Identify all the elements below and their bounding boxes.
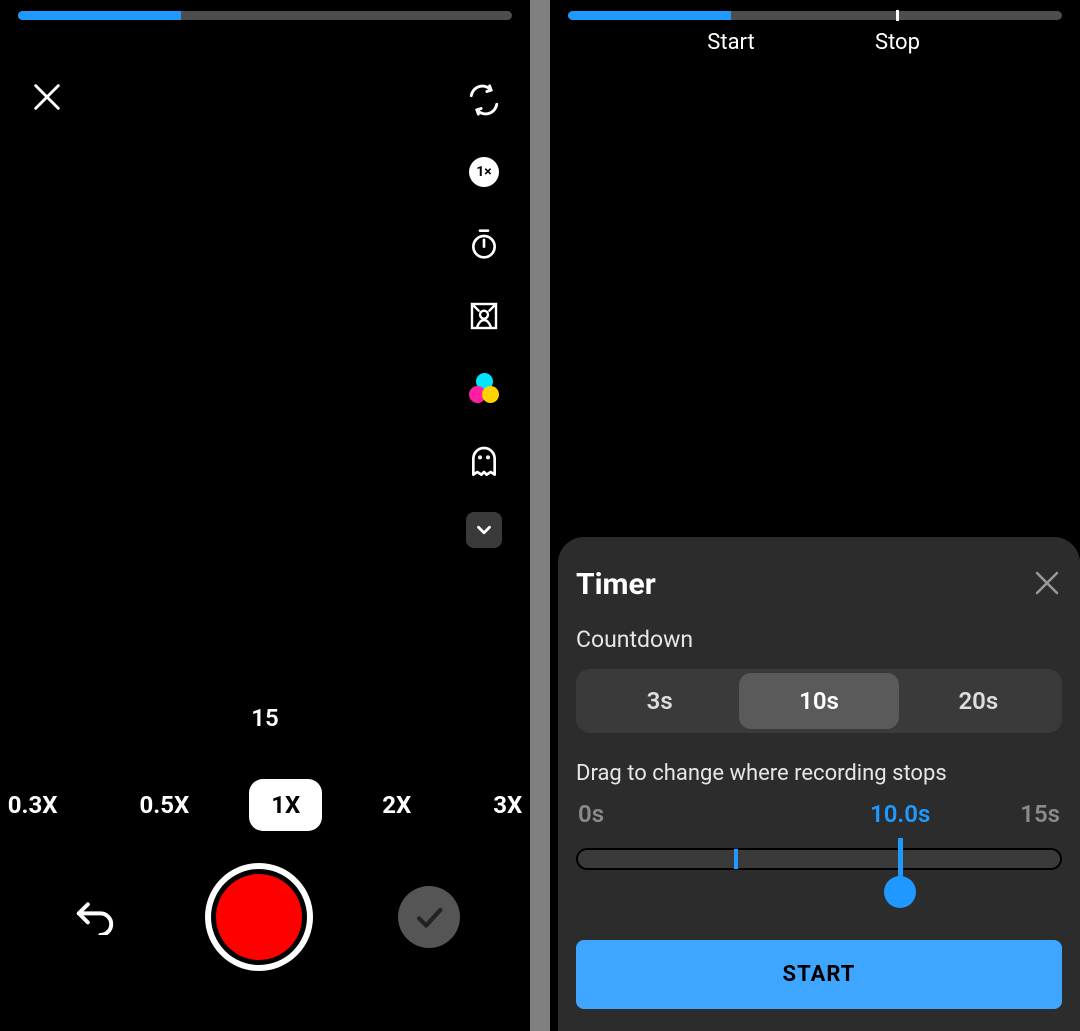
timer-sheet: Timer Countdown 3s10s20s Drag to change … <box>558 537 1080 1031</box>
speed-option[interactable]: 0.5X <box>117 779 211 831</box>
countdown-selector[interactable]: 3s10s20s <box>576 669 1062 733</box>
record-controls <box>0 863 530 971</box>
speed-option[interactable]: 0.3X <box>0 779 79 831</box>
flip-icon <box>467 83 501 117</box>
countdown-option[interactable]: 10s <box>739 673 898 729</box>
speed-option[interactable]: 2X <box>360 779 433 831</box>
close-button[interactable] <box>30 80 64 118</box>
slider-knob[interactable] <box>884 876 916 908</box>
filters-icon <box>469 373 499 403</box>
range-min: 0s <box>578 800 604 828</box>
slider-start-tick <box>734 849 738 869</box>
progress-marker-labels: Start Stop <box>550 30 1080 60</box>
record-progress <box>568 11 1062 20</box>
slider-track <box>576 848 1062 870</box>
sheet-title: Timer <box>576 567 656 602</box>
range-current: 10.0s <box>870 800 930 828</box>
timer-screen: Start Stop Timer Countdown 3s10s20s Drag… <box>550 0 1080 1031</box>
progress-fill <box>568 11 731 20</box>
stop-slider[interactable] <box>576 840 1062 910</box>
camera-tools: 1× <box>464 80 504 548</box>
beauty-icon <box>468 300 500 332</box>
undo-button[interactable] <box>70 892 120 942</box>
countdown-option[interactable]: 20s <box>899 673 1058 729</box>
progress-track <box>18 11 512 20</box>
range-max: 15s <box>1020 800 1060 828</box>
progress-fill <box>18 11 181 20</box>
countdown-label: Countdown <box>576 626 1062 653</box>
speed-option[interactable]: 3X <box>471 779 530 831</box>
start-marker-label: Start <box>707 30 754 55</box>
timer-button[interactable] <box>464 224 504 264</box>
speed-button[interactable]: 1× <box>464 152 504 192</box>
filters-button[interactable] <box>464 368 504 408</box>
timer-icon <box>468 228 500 260</box>
speed-selector[interactable]: 0.3X 0.5X 1X 2X 3X <box>0 775 530 835</box>
effects-button[interactable] <box>464 440 504 480</box>
more-tools-button[interactable] <box>466 512 502 548</box>
range-labels: 0s 10.0s 15s <box>576 800 1062 830</box>
time-remaining-label: 15 <box>0 704 530 732</box>
beauty-button[interactable] <box>464 296 504 336</box>
stop-marker <box>896 10 899 21</box>
ghost-icon <box>468 442 500 478</box>
check-icon <box>412 900 446 934</box>
stop-marker-label: Stop <box>875 30 920 55</box>
close-icon <box>1032 568 1062 598</box>
confirm-button[interactable] <box>398 886 460 948</box>
slider-handle[interactable] <box>898 838 903 880</box>
record-progress <box>18 11 512 20</box>
progress-track <box>568 11 1062 20</box>
record-button[interactable] <box>205 863 313 971</box>
close-icon <box>30 80 64 114</box>
countdown-option[interactable]: 3s <box>580 673 739 729</box>
start-button[interactable]: START <box>576 940 1062 1009</box>
speed-option[interactable]: 1X <box>249 779 322 831</box>
chevron-down-icon <box>473 519 495 541</box>
sheet-close-button[interactable] <box>1032 568 1062 602</box>
drag-instruction: Drag to change where recording stops <box>576 761 1062 786</box>
camera-screen: 1× 15 0.3X 0.5X 1X 2X 3X <box>0 0 530 1031</box>
record-indicator <box>216 874 302 960</box>
flip-camera-button[interactable] <box>464 80 504 120</box>
speed-badge: 1× <box>469 157 499 187</box>
undo-icon <box>73 899 117 935</box>
